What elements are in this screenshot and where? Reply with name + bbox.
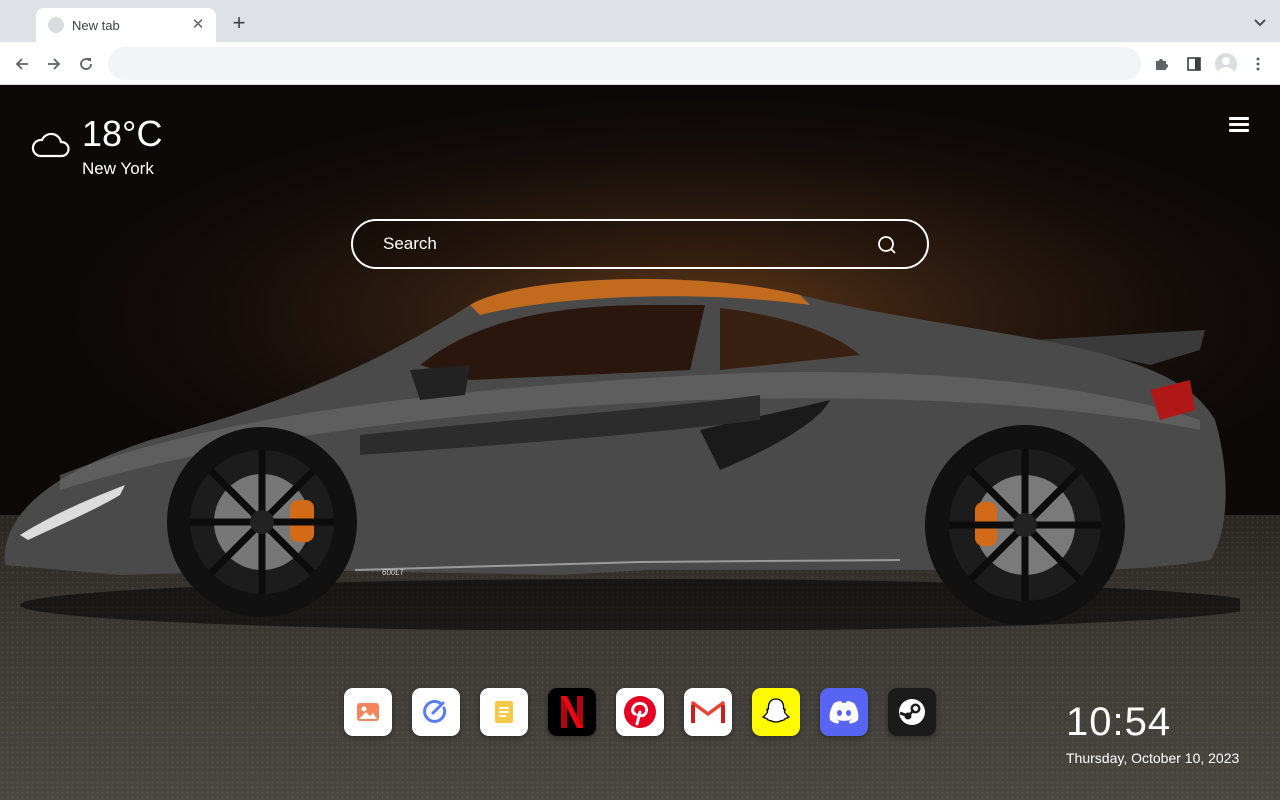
netflix-app-shortcut[interactable]: [548, 688, 596, 736]
sports-car-image: 600LT: [4, 278, 1240, 630]
gmail-app-shortcut[interactable]: [684, 688, 732, 736]
weather-temperature: 18°C: [82, 113, 163, 154]
forward-arrow-icon[interactable]: [40, 50, 68, 78]
pinterest-app-shortcut[interactable]: [616, 688, 664, 736]
steam-app-shortcut[interactable]: [888, 688, 936, 736]
search-bar[interactable]: [351, 219, 929, 269]
new-tab-plus-icon[interactable]: +: [228, 12, 250, 35]
tab-favicon-icon: [48, 17, 64, 33]
steam-icon: [899, 699, 925, 725]
tab-title: New tab: [72, 17, 120, 33]
extensions-puzzle-icon[interactable]: [1148, 50, 1176, 78]
pinterest-icon: [624, 696, 656, 728]
tasks-icon: [423, 699, 447, 723]
side-panel-icon[interactable]: [1180, 50, 1208, 78]
snapchat-icon: [761, 698, 791, 723]
discord-icon: [829, 701, 859, 724]
browser-toolbar: [0, 42, 1280, 85]
search-input[interactable]: [383, 231, 853, 257]
kebab-menu-icon[interactable]: [1244, 50, 1272, 78]
weather-city: New York: [82, 159, 154, 178]
tasks-app-shortcut[interactable]: [412, 688, 460, 736]
search-icon[interactable]: [877, 235, 897, 255]
address-bar[interactable]: [108, 47, 1141, 80]
photos-app-shortcut[interactable]: [344, 688, 392, 736]
tab-search-chevron-icon[interactable]: [1252, 14, 1268, 30]
netflix-icon: [561, 696, 583, 728]
profile-avatar-icon[interactable]: [1212, 50, 1240, 78]
tab-close-icon[interactable]: ✕: [190, 17, 206, 33]
photos-icon: [357, 703, 379, 721]
new-tab-page: 600LT 18°C New York Search 10:54 Thursda…: [0, 85, 1280, 800]
clock-widget: 10:54 Thursday, October 10, 2023: [1066, 700, 1239, 766]
hamburger-menu-icon[interactable]: [1229, 117, 1249, 133]
clock-date: Thursday, October 10, 2023: [1066, 750, 1240, 766]
active-tab[interactable]: New tab ✕: [36, 8, 216, 42]
car-badge: 600LT: [382, 568, 405, 577]
notes-app-shortcut[interactable]: [480, 688, 528, 736]
tab-strip: New tab ✕ +: [0, 0, 1280, 42]
snapchat-app-shortcut[interactable]: [752, 688, 800, 736]
gmail-icon: [691, 701, 725, 723]
app-shortcuts-dock: [344, 688, 936, 736]
back-arrow-icon[interactable]: [8, 50, 36, 78]
clock-time: 10:54: [1066, 700, 1172, 744]
reload-icon[interactable]: [72, 50, 100, 78]
discord-app-shortcut[interactable]: [820, 688, 868, 736]
notes-icon: [495, 701, 513, 723]
cloud-icon: [31, 132, 70, 158]
